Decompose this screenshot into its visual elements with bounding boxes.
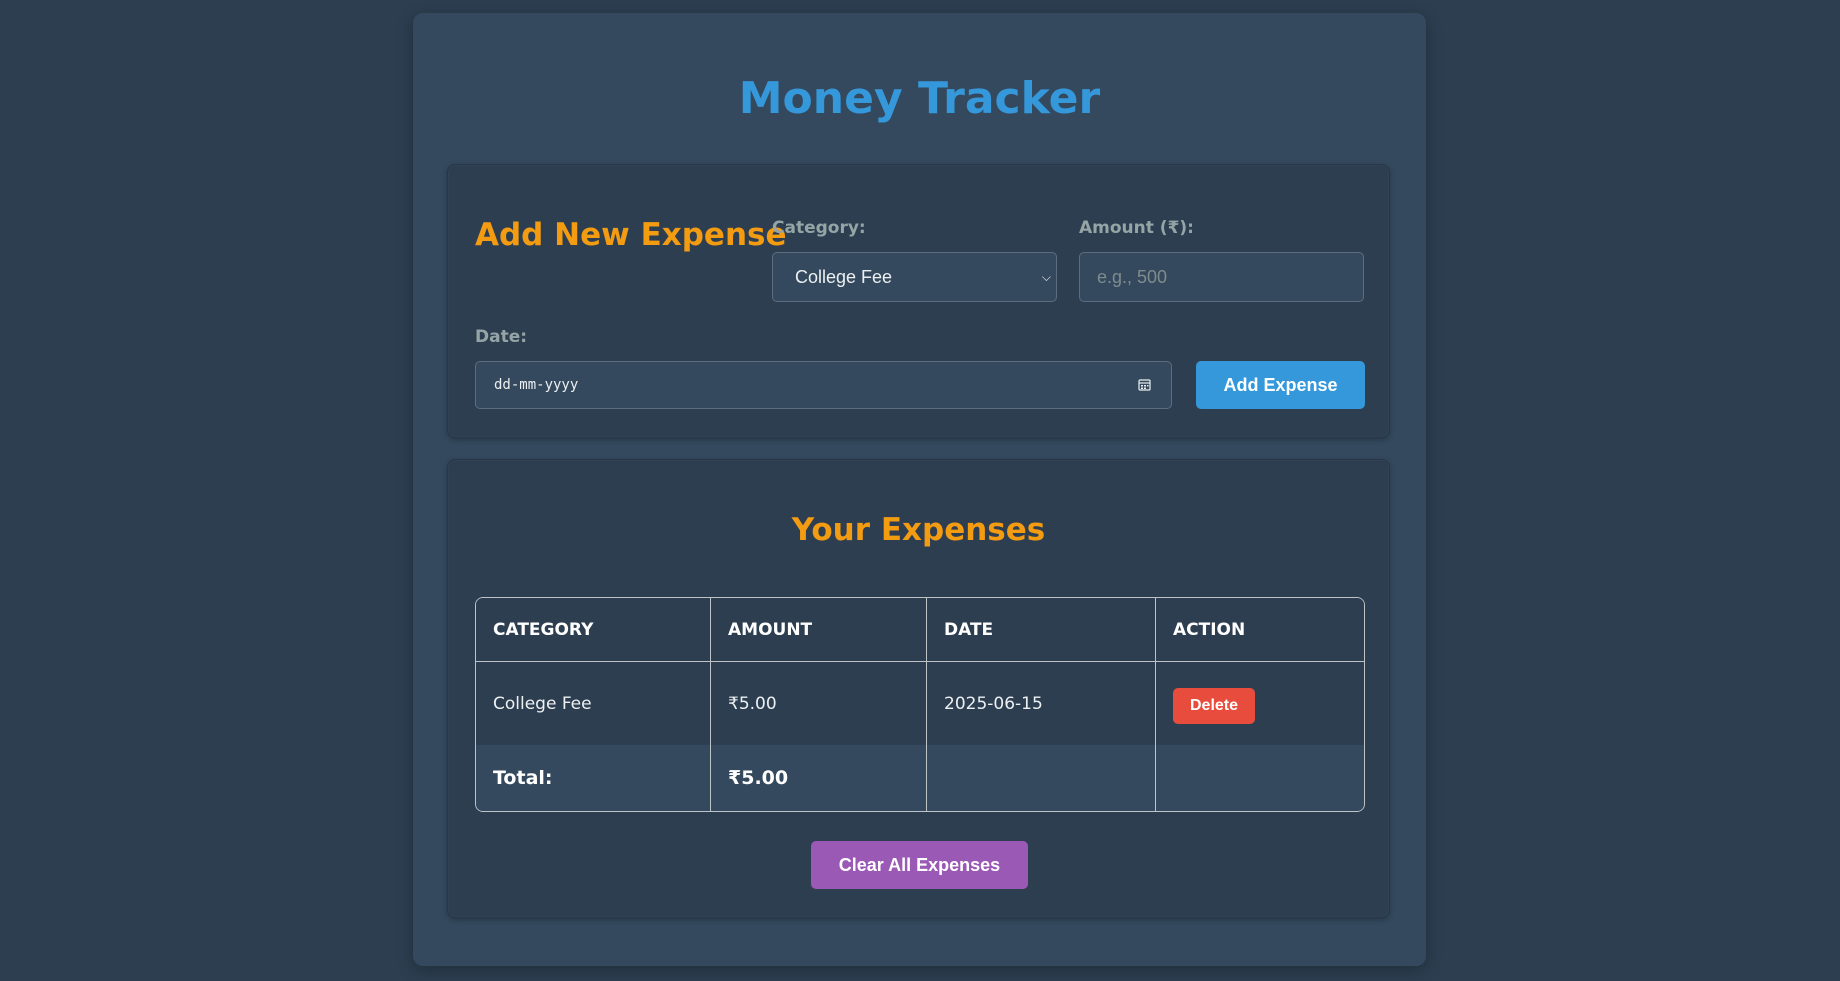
expenses-panel: Your Expenses CATEGORY AMOUNT DATE ACTIO… <box>447 459 1390 918</box>
category-label: Category: <box>772 218 866 238</box>
amount-label: Amount (₹): <box>1079 218 1194 238</box>
table-row: College Fee ₹5.00 2025-06-15 Delete <box>476 662 1364 745</box>
category-selected-value: College Fee <box>795 267 893 287</box>
category-select[interactable]: College Fee ⌵ <box>772 252 1057 302</box>
expenses-table: CATEGORY AMOUNT DATE ACTION College Fee … <box>475 597 1365 812</box>
date-label: Date: <box>475 327 528 347</box>
clear-all-expenses-button[interactable]: Clear All Expenses <box>811 841 1028 889</box>
date-placeholder: dd-mm-yyyy <box>494 377 579 393</box>
add-expense-button[interactable]: Add Expense <box>1196 361 1365 409</box>
add-expense-panel: Add New Expense Category: College Fee ⌵ … <box>447 164 1390 438</box>
app-container: Money Tracker Add New Expense Category: … <box>413 13 1426 966</box>
column-header-category: CATEGORY <box>476 598 711 662</box>
cell-category: College Fee <box>476 662 711 745</box>
add-expense-heading: Add New Expense <box>475 217 787 253</box>
column-header-amount: AMOUNT <box>711 598 927 662</box>
total-empty-cell <box>927 745 1156 811</box>
amount-input[interactable]: e.g., 500 <box>1079 252 1364 302</box>
total-value: ₹5.00 <box>711 745 927 811</box>
calendar-icon[interactable] <box>1138 362 1151 408</box>
cell-amount: ₹5.00 <box>711 662 927 745</box>
table-header-row: CATEGORY AMOUNT DATE ACTION <box>476 598 1364 662</box>
total-row: Total: ₹5.00 <box>476 745 1364 811</box>
column-header-action: ACTION <box>1156 598 1364 662</box>
column-header-date: DATE <box>927 598 1156 662</box>
delete-button[interactable]: Delete <box>1173 687 1256 724</box>
amount-placeholder: e.g., 500 <box>1097 267 1168 287</box>
expenses-heading: Your Expenses <box>791 512 1046 548</box>
chevron-down-icon: ⌵ <box>1041 270 1051 284</box>
total-empty-cell <box>1156 745 1364 811</box>
date-input[interactable]: dd-mm-yyyy <box>475 361 1172 409</box>
cell-action: Delete <box>1156 662 1364 745</box>
app-title: Money Tracker <box>738 73 1101 124</box>
cell-date: 2025-06-15 <box>927 662 1156 745</box>
total-label: Total: <box>476 745 711 811</box>
